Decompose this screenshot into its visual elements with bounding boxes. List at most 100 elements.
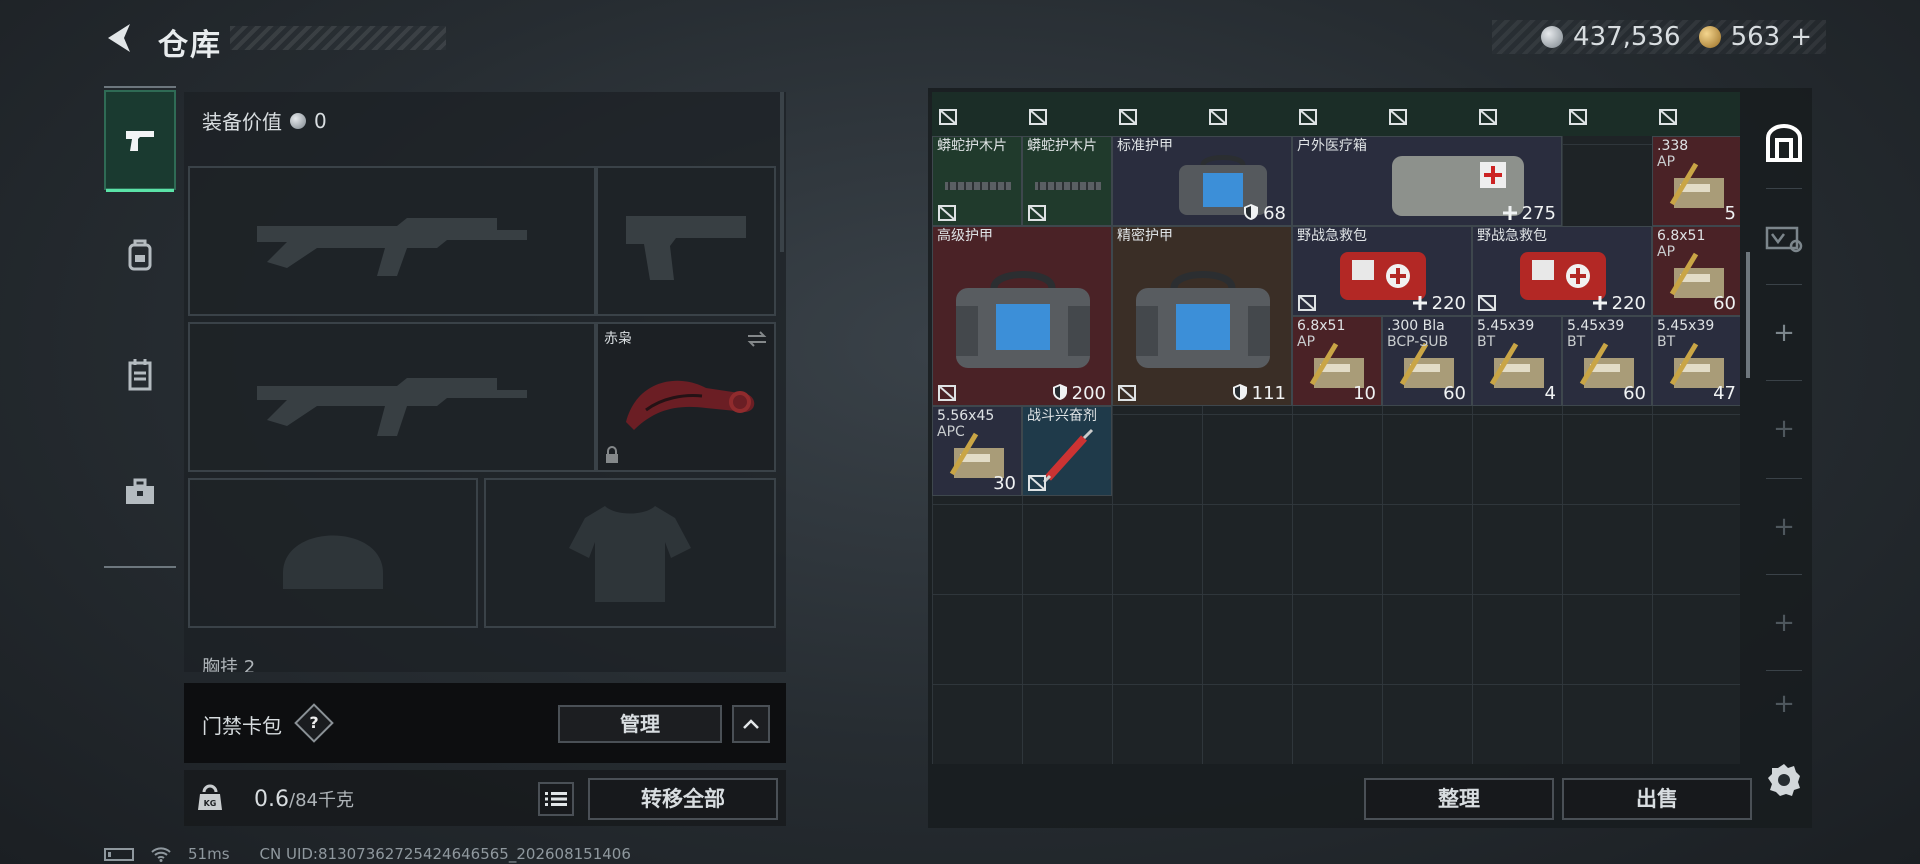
equipment-scrollbar[interactable] — [780, 92, 784, 252]
add-tab-button[interactable]: + — [1756, 674, 1812, 734]
lock-icon — [606, 446, 618, 463]
item-name: 5.45x39 — [1657, 318, 1715, 334]
wifi-icon — [151, 847, 171, 862]
tab-weapons[interactable] — [104, 90, 176, 192]
pistol-silhouette-icon — [626, 216, 746, 280]
silver-coin-icon — [1541, 26, 1564, 48]
helmet-silhouette-icon — [283, 535, 383, 589]
sort-button[interactable]: 整理 — [1364, 778, 1554, 820]
item-name: 战斗兴奋剂 — [1027, 408, 1097, 424]
melee-slot[interactable]: 赤枭 — [596, 322, 776, 472]
item-quantity: 60 — [1443, 383, 1466, 404]
add-tab-button[interactable]: + — [1756, 482, 1812, 572]
list-icon — [545, 792, 567, 806]
equipment-value-amount: 0 — [314, 108, 327, 133]
keycard-bag-bar: 门禁卡包 ? 管理 — [184, 683, 786, 763]
shield-icon — [1243, 203, 1263, 224]
not-sellable-icon — [1569, 109, 1587, 125]
item-quantity: 5 — [1725, 203, 1736, 224]
item-name: 高级护甲 — [937, 228, 993, 244]
item-name: .338 — [1657, 138, 1689, 154]
heal-plus-icon — [1592, 293, 1612, 314]
settings-gear-icon[interactable] — [1766, 762, 1802, 798]
stash-item[interactable]: 6.8x51 AP 10 — [1292, 316, 1382, 406]
stash-item[interactable]: 蟒蛇护木片 — [932, 136, 1022, 226]
stash-item[interactable]: 蟒蛇护木片 — [1022, 136, 1112, 226]
weight-icon: KG — [198, 784, 222, 810]
armor-slot[interactable] — [484, 478, 776, 628]
manage-button[interactable]: 管理 — [558, 705, 722, 743]
stash-item[interactable]: 标准护甲 68 — [1112, 136, 1292, 226]
status-bar: 51ms CN UID:8130736272542464656​5_202608… — [104, 845, 631, 863]
add-currency-button[interactable]: + — [1790, 22, 1812, 52]
item-quantity: 60 — [1713, 293, 1736, 314]
item-quantity-value: 5 — [1724, 203, 1736, 224]
item-quantity: 68 — [1243, 203, 1286, 224]
add-tab-button[interactable]: + — [1756, 578, 1812, 668]
item-quantity: 200 — [1052, 383, 1106, 404]
item-quantity-value: 111 — [1251, 383, 1286, 404]
add-tab-button[interactable]: + — [1756, 288, 1812, 378]
melee-name: 赤枭 — [604, 331, 632, 347]
stash-item[interactable]: 户外医疗箱 275 — [1292, 136, 1562, 226]
plus-icon: + — [1773, 512, 1795, 542]
item-subname: BT — [1567, 334, 1586, 350]
stash-item[interactable]: 战斗兴奋剂 — [1022, 406, 1112, 496]
stash-item[interactable]: 5.45x39 BT 60 — [1562, 316, 1652, 406]
stash-item[interactable]: 5.45x39 BT 4 — [1472, 316, 1562, 406]
item-quantity-value: 30 — [993, 473, 1016, 494]
item-quantity-value: 47 — [1713, 383, 1736, 404]
ammo-icon — [1486, 340, 1550, 396]
chevron-up-icon — [743, 719, 759, 729]
secondary-weapon-slot[interactable] — [188, 322, 596, 472]
item-quantity-value: 220 — [1611, 293, 1646, 314]
collapse-button[interactable] — [732, 705, 770, 743]
weight-readout: 0.6/84千克 — [254, 786, 354, 812]
item-name: 6.8x51 — [1657, 228, 1706, 244]
category-nav — [104, 86, 176, 570]
not-sellable-icon — [938, 205, 956, 221]
tab-case-storage[interactable] — [1756, 192, 1812, 282]
back-arrow-icon[interactable] — [100, 18, 140, 58]
list-view-button[interactable] — [538, 782, 574, 816]
item-name: 标准护甲 — [1117, 138, 1173, 154]
not-sellable-icon — [1119, 109, 1137, 125]
shield-icon — [1232, 383, 1252, 404]
stash-item[interactable]: 野战急救包 220 — [1292, 226, 1472, 316]
stash-item[interactable]: 精密护甲 111 — [1112, 226, 1292, 406]
item-name: 5.56x45 — [937, 408, 995, 424]
item-subname: APC — [937, 424, 965, 440]
sell-button[interactable]: 出售 — [1562, 778, 1752, 820]
item-subname: AP — [1297, 334, 1316, 350]
stash-scrollbar[interactable] — [1746, 252, 1750, 378]
bag-big-icon — [1128, 266, 1278, 380]
stash-item[interactable]: 5.56x45 APC 30 — [932, 406, 1022, 496]
item-name: 野战急救包 — [1297, 228, 1367, 244]
stash-item[interactable]: 高级护甲 200 — [932, 226, 1112, 406]
stash-item[interactable]: 6.8x51 AP 60 — [1652, 226, 1740, 316]
keycard-bag-label: 门禁卡包 — [202, 714, 282, 738]
stash-item[interactable]: .338 AP 5 — [1652, 136, 1740, 226]
tab-stash[interactable] — [1756, 98, 1812, 188]
help-button[interactable]: ? — [294, 703, 334, 743]
stash-item[interactable]: 野战急救包 220 — [1472, 226, 1652, 316]
title-decoration — [230, 26, 446, 50]
pistol-slot[interactable] — [596, 166, 776, 316]
add-tab-button[interactable]: + — [1756, 384, 1812, 474]
tab-case[interactable] — [104, 442, 176, 542]
not-sellable-icon — [1028, 205, 1046, 221]
page-title: 仓库 — [158, 28, 222, 63]
bag-big-icon — [948, 266, 1098, 380]
swap-icon[interactable] — [746, 330, 768, 348]
item-quantity-value: 220 — [1431, 293, 1466, 314]
tab-backpack[interactable] — [104, 206, 176, 306]
stash-item[interactable]: 5.45x39 BT 47 — [1652, 316, 1740, 406]
helmet-slot[interactable] — [188, 478, 478, 628]
tab-chest-rig[interactable] — [104, 324, 176, 424]
transfer-all-button[interactable]: 转移全部 — [588, 778, 778, 820]
chest-rig-label: 胸挂 2 — [202, 657, 256, 672]
rifle-silhouette-icon — [257, 378, 527, 436]
primary-weapon-slot[interactable] — [188, 166, 596, 316]
stash-item[interactable]: .300 Bla BCP-SUB 60 — [1382, 316, 1472, 406]
plus-icon: + — [1773, 318, 1795, 348]
